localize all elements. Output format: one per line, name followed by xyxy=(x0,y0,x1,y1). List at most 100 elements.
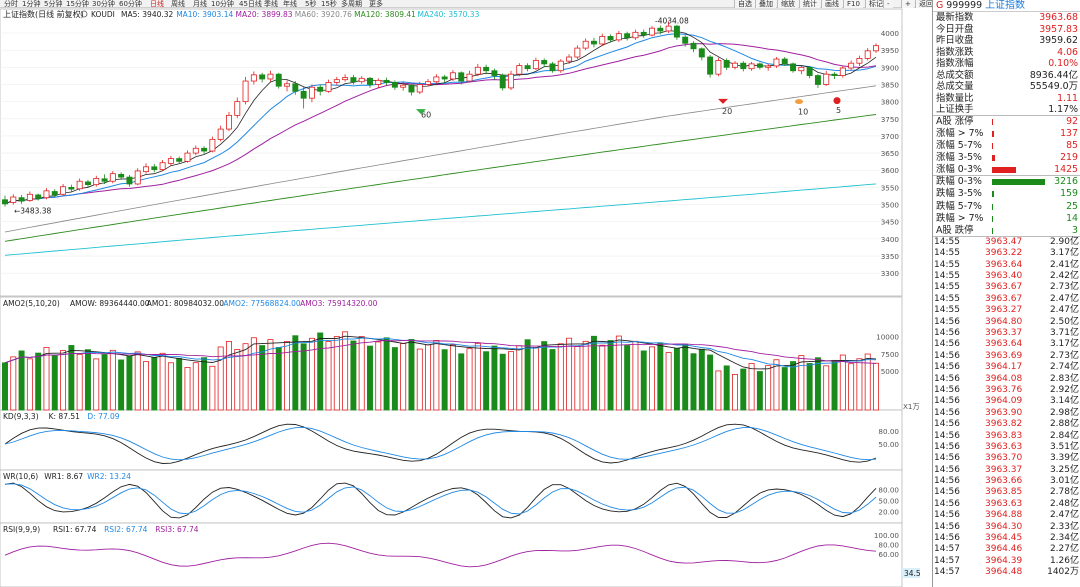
tick-row[interactable]: 14:55 3963.67 2.73亿 xyxy=(933,282,1080,293)
tick-row[interactable]: 14:55 3963.40 2.42亿 xyxy=(933,271,1080,282)
candle-body[interactable] xyxy=(814,75,821,85)
candle-body[interactable] xyxy=(425,81,432,85)
candle-body[interactable] xyxy=(698,48,705,58)
candle-body[interactable] xyxy=(400,84,407,88)
tick-row[interactable]: 14:55 3963.67 2.47亿 xyxy=(933,294,1080,305)
candle-body[interactable] xyxy=(532,60,539,70)
candle-body[interactable] xyxy=(350,77,357,83)
candle-body[interactable] xyxy=(790,63,797,72)
candle-body[interactable] xyxy=(184,152,191,162)
tick-row[interactable]: 14:55 3963.47 2.90亿 xyxy=(933,237,1080,248)
candle-body[interactable] xyxy=(615,33,622,41)
candle-body[interactable] xyxy=(18,197,25,202)
candle-body[interactable] xyxy=(84,181,91,186)
candle-body[interactable] xyxy=(151,166,158,170)
candle-body[interactable] xyxy=(101,178,108,182)
candle-body[interactable] xyxy=(159,162,166,170)
candle-body[interactable] xyxy=(176,158,183,162)
tick-row[interactable]: 14:56 3963.37 3.71亿 xyxy=(933,328,1080,339)
candle-body[interactable] xyxy=(250,74,257,82)
tick-row[interactable]: 14:56 3963.66 3.01亿 xyxy=(933,476,1080,487)
candle-body[interactable] xyxy=(690,42,697,50)
candle-body[interactable] xyxy=(707,56,714,75)
candle-body[interactable] xyxy=(574,47,581,58)
candle-body[interactable] xyxy=(358,77,365,83)
tick-row[interactable]: 14:56 3963.76 2.92亿 xyxy=(933,385,1080,396)
candle-body[interactable] xyxy=(43,190,50,199)
candle-body[interactable] xyxy=(167,158,174,164)
tick-row[interactable]: 14:56 3964.09 3.14亿 xyxy=(933,396,1080,407)
tick-row[interactable]: 14:56 3964.30 2.33亿 xyxy=(933,522,1080,533)
candle-body[interactable] xyxy=(109,173,116,182)
candle-body[interactable] xyxy=(499,75,506,89)
tick-row[interactable]: 14:57 3964.46 2.27亿 xyxy=(933,544,1080,555)
candle-body[interactable] xyxy=(765,65,772,68)
candle-body[interactable] xyxy=(284,83,291,87)
tick-row[interactable]: 14:55 3963.64 2.41亿 xyxy=(933,260,1080,271)
tick-row[interactable]: 14:56 3963.82 2.88亿 xyxy=(933,419,1080,430)
candle-body[interactable] xyxy=(640,31,647,36)
candle-body[interactable] xyxy=(10,196,17,203)
tick-row[interactable]: 14:56 3963.63 3.51亿 xyxy=(933,442,1080,453)
candle-body[interactable] xyxy=(756,63,763,68)
candle-body[interactable] xyxy=(732,62,738,68)
tick-row[interactable]: 14:56 3963.90 2.98亿 xyxy=(933,408,1080,419)
candle-body[interactable] xyxy=(35,194,42,199)
candle-body[interactable] xyxy=(308,86,315,99)
candle-body[interactable] xyxy=(839,67,846,76)
candle-body[interactable] xyxy=(76,180,83,190)
tick-row[interactable]: 14:56 3964.80 2.50亿 xyxy=(933,317,1080,328)
candle-body[interactable] xyxy=(60,186,67,195)
candle-body[interactable] xyxy=(325,82,332,92)
candle-body[interactable] xyxy=(342,77,349,81)
candle-body[interactable] xyxy=(649,27,656,36)
tick-row[interactable]: 14:55 3963.27 2.47亿 xyxy=(933,305,1080,316)
candle-body[interactable] xyxy=(740,62,747,70)
candle-body[interactable] xyxy=(367,77,373,85)
candle-body[interactable] xyxy=(723,60,730,68)
candle-body[interactable] xyxy=(242,80,249,103)
candle-body[interactable] xyxy=(831,73,838,76)
tick-row[interactable]: 14:56 3963.37 3.25亿 xyxy=(933,465,1080,476)
candle-body[interactable] xyxy=(823,73,830,85)
tick-row[interactable]: 14:56 3963.64 3.17亿 xyxy=(933,339,1080,350)
candle-body[interactable] xyxy=(864,50,871,59)
candle-body[interactable] xyxy=(267,73,274,80)
candle-body[interactable] xyxy=(416,84,423,93)
candle-body[interactable] xyxy=(225,114,232,130)
candle-body[interactable] xyxy=(590,40,597,45)
candle-body[interactable] xyxy=(2,199,8,205)
candle-body[interactable] xyxy=(449,72,456,80)
candle-body[interactable] xyxy=(441,76,448,80)
candle-body[interactable] xyxy=(524,65,531,70)
candle-body[interactable] xyxy=(433,76,440,83)
candle-body[interactable] xyxy=(126,176,133,185)
tick-row[interactable]: 14:56 3964.17 2.74亿 xyxy=(933,362,1080,373)
tick-row[interactable]: 14:56 3963.69 2.73亿 xyxy=(933,351,1080,362)
candle-body[interactable] xyxy=(317,86,324,92)
candle-body[interactable] xyxy=(773,58,780,67)
candle-body[interactable] xyxy=(234,101,241,116)
tick-row[interactable]: 14:56 3964.88 2.47亿 xyxy=(933,510,1080,521)
candle-body[interactable] xyxy=(391,82,398,88)
candle-body[interactable] xyxy=(582,40,589,49)
candle-body[interactable] xyxy=(806,66,813,76)
tick-row[interactable]: 14:56 3963.85 2.78亿 xyxy=(933,487,1080,498)
candle-body[interactable] xyxy=(673,25,680,38)
tick-row[interactable]: 14:57 3964.39 1.26亿 xyxy=(933,556,1080,567)
candle-body[interactable] xyxy=(516,65,523,75)
candle-body[interactable] xyxy=(408,84,415,93)
candle-body[interactable] xyxy=(856,57,863,64)
candle-body[interactable] xyxy=(632,31,639,39)
candle-body[interactable] xyxy=(607,36,614,41)
candle-body[interactable] xyxy=(715,60,722,75)
tick-row[interactable]: 14:56 3963.83 2.84亿 xyxy=(933,431,1080,442)
candle-body[interactable] xyxy=(873,45,879,52)
candle-body[interactable] xyxy=(549,63,556,72)
candle-body[interactable] xyxy=(201,147,208,152)
candle-body[interactable] xyxy=(848,62,855,69)
candle-body[interactable] xyxy=(143,166,149,173)
candle-body[interactable] xyxy=(217,128,224,140)
candle-body[interactable] xyxy=(26,193,33,201)
candle-body[interactable] xyxy=(118,173,125,178)
